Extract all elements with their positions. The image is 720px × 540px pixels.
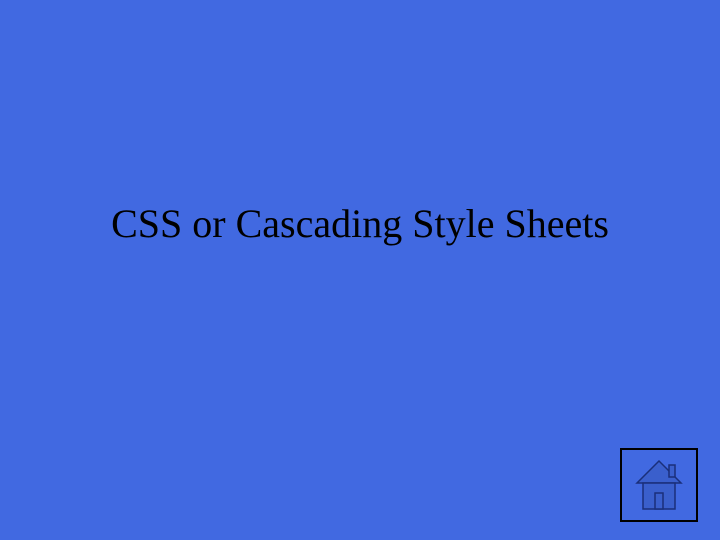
- slide-title: CSS or Cascading Style Sheets: [0, 200, 720, 247]
- home-icon: [631, 457, 687, 513]
- home-button[interactable]: [620, 448, 698, 522]
